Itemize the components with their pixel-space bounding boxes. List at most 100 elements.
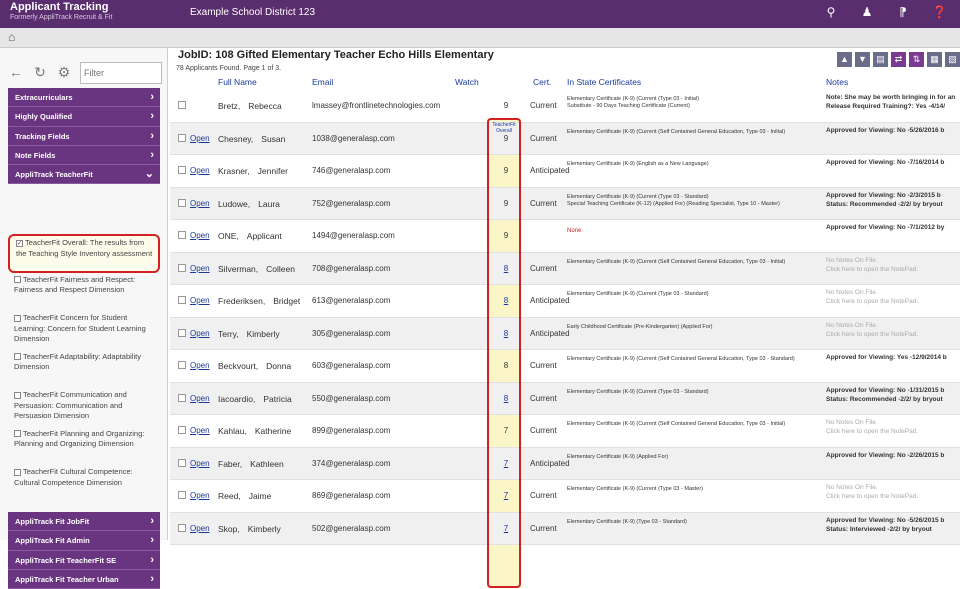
note-line: Approved for Viewing: No -2/26/2015 b — [826, 451, 945, 459]
applicant-notes[interactable]: No Notes On File. Click here to open the … — [826, 321, 960, 339]
applicant-notes[interactable]: Approved for Viewing: Yes -12/9/2014 b — [826, 353, 960, 362]
open-link[interactable]: Open — [190, 329, 210, 338]
applicant-notes[interactable]: No Notes On File. Click here to open the … — [826, 256, 960, 274]
open-link[interactable]: Open — [190, 361, 210, 370]
teacherfit-score[interactable]: 8 — [498, 296, 514, 305]
sidebar-item[interactable]: AppliTrack TeacherFit ⌄ — [8, 165, 160, 185]
sidebar-item[interactable]: AppliTrack Fit Admin › — [8, 531, 160, 551]
checkbox[interactable]: ✓ — [16, 239, 23, 247]
column-checkbox-item[interactable]: TeacherFit Communication and Persuasion:… — [8, 388, 160, 427]
row-checkbox[interactable] — [178, 133, 186, 142]
grid-icon[interactable]: ▦ — [927, 52, 942, 67]
row-checkbox[interactable] — [178, 231, 186, 239]
column-checkbox-item[interactable]: ✓ TeacherFit Overall: The results from th… — [8, 234, 160, 273]
applicant-notes[interactable]: Note: She may be worth bringing in for a… — [826, 93, 960, 111]
checkbox[interactable] — [14, 353, 21, 361]
open-link[interactable]: Open — [190, 524, 210, 533]
applicant-notes[interactable]: Approved for Viewing: No -5/26/2015 b Sta… — [826, 516, 960, 534]
row-checkbox[interactable] — [178, 101, 186, 109]
teacherfit-score[interactable]: 7 — [498, 524, 514, 533]
row-checkbox[interactable] — [178, 491, 186, 499]
checkbox[interactable] — [14, 468, 21, 476]
open-link[interactable]: Open — [190, 264, 210, 273]
sidebar-item[interactable]: AppliTrack Fit JobFit › — [8, 512, 160, 532]
chevron-right-icon: › — [150, 515, 154, 527]
applicant-notes[interactable]: Approved for Viewing: No -7/16/2014 b — [826, 158, 960, 167]
checkbox[interactable] — [14, 430, 21, 438]
open-link[interactable]: Open — [190, 134, 210, 143]
table-row: Open Silverman, Colleen 708@generalasp.com 8… — [170, 252, 960, 285]
applicant-notes[interactable]: No Notes On File. Click here to open the … — [826, 288, 960, 306]
sidebar-item[interactable]: AppliTrack Fit Teacher Urban › — [8, 569, 160, 589]
sidebar-item[interactable]: Highly Qualified › — [8, 107, 160, 127]
sidebar-item[interactable]: Extracurriculars › — [8, 88, 160, 108]
search-icon[interactable]: ⚲ — [824, 5, 838, 19]
move-down-icon[interactable]: ▼ — [855, 52, 870, 67]
row-checkbox[interactable] — [178, 166, 186, 174]
rss-icon[interactable]: ⁋ — [896, 5, 910, 19]
row-checkbox[interactable] — [178, 523, 186, 532]
applicant-notes[interactable]: Approved for Viewing: No -7/1/2012 by — [826, 223, 960, 232]
column-checkbox-item[interactable]: TeacherFit Fairness and Respect: Fairnes… — [8, 273, 160, 312]
move-up-icon[interactable]: ▲ — [837, 52, 852, 67]
row-checkbox[interactable] — [178, 361, 186, 369]
open-link[interactable]: Open — [190, 394, 210, 403]
column-checkbox-item[interactable]: TeacherFit Concern for Student Learning:… — [8, 311, 160, 350]
chevron-right-icon: › — [150, 91, 154, 103]
filter-input[interactable] — [80, 62, 162, 84]
header-state-certs[interactable]: In State Certificates — [567, 77, 641, 87]
header-notes[interactable]: Notes — [826, 77, 848, 87]
row-checkbox[interactable] — [178, 426, 186, 434]
row-checkbox[interactable] — [178, 263, 186, 272]
table-icon[interactable]: ▧ — [945, 52, 960, 67]
applicant-notes[interactable]: Approved for Viewing: No -5/26/2016 b — [826, 126, 960, 135]
checkbox[interactable] — [14, 391, 21, 399]
header-watch[interactable]: Watch — [455, 77, 479, 87]
teacherfit-score[interactable]: 7 — [498, 459, 514, 468]
open-link[interactable]: Open — [190, 231, 210, 240]
open-link[interactable]: Open — [190, 426, 210, 435]
open-link[interactable]: Open — [190, 491, 210, 500]
column-checkbox-item[interactable]: TeacherFit Adaptability: Adaptability Di… — [8, 350, 160, 389]
applicant-notes[interactable]: No Notes On File. Click here to open the … — [826, 418, 960, 436]
table-row: Open Chesney, Susan 1038@generalasp.com 9 Cur… — [170, 122, 960, 155]
header-full-name[interactable]: Full Name — [218, 77, 257, 87]
compare-icon[interactable]: ⇅ — [909, 52, 924, 67]
sidebar-item-label: Extracurriculars — [15, 93, 73, 102]
open-link[interactable]: Open — [190, 459, 210, 468]
back-arrow-icon[interactable]: ← — [8, 64, 24, 81]
home-icon[interactable]: ⌂ — [8, 30, 15, 44]
teacherfit-score[interactable]: 8 — [498, 394, 514, 403]
swap-icon[interactable]: ⇄ — [891, 52, 906, 67]
applicant-notes[interactable]: Approved for Viewing: No -2/3/2015 b Stat… — [826, 191, 960, 209]
column-checkbox-item[interactable]: TeacherFit Planning and Organizing: Plan… — [8, 427, 160, 466]
checkbox[interactable] — [14, 314, 21, 322]
teacherfit-score: 9 — [503, 166, 509, 175]
column-checkbox-item[interactable]: TeacherFit Cultural Competence: Cultural… — [8, 465, 160, 504]
checkbox[interactable] — [14, 276, 21, 284]
open-link[interactable]: Open — [190, 296, 210, 305]
applicant-notes[interactable]: Approved for Viewing: No -2/26/2015 b — [826, 451, 960, 460]
gear-icon[interactable]: ⚙ — [56, 64, 72, 81]
teacherfit-score[interactable]: 8 — [498, 329, 514, 338]
sidebar-item[interactable]: AppliTrack Fit TeacherFit SE › — [8, 550, 160, 570]
export-icon[interactable]: ▤ — [873, 52, 888, 67]
sidebar-item[interactable]: Note Fields › — [8, 145, 160, 166]
applicant-notes[interactable]: Approved for Viewing: No -1/31/2015 b Sta… — [826, 386, 960, 404]
applicant-notes[interactable]: No Notes On File. Click here to open the … — [826, 483, 960, 501]
open-link[interactable]: Open — [190, 166, 210, 175]
open-link[interactable]: Open — [190, 199, 210, 208]
row-checkbox[interactable] — [178, 296, 186, 304]
refresh-icon[interactable]: ↻ — [32, 64, 48, 81]
row-checkbox[interactable] — [178, 458, 186, 467]
row-checkbox[interactable] — [178, 393, 186, 402]
user-alert-icon[interactable]: ♟ — [860, 5, 874, 19]
header-email[interactable]: Email — [312, 77, 333, 87]
sidebar-item[interactable]: Tracking Fields › — [8, 126, 160, 146]
row-checkbox[interactable] — [178, 198, 186, 207]
row-checkbox[interactable] — [178, 328, 186, 337]
help-icon[interactable]: ❓ — [932, 5, 947, 19]
teacherfit-score[interactable]: 8 — [498, 264, 514, 273]
header-cert[interactable]: Cert. — [533, 77, 551, 87]
teacherfit-score[interactable]: 7 — [498, 491, 514, 500]
